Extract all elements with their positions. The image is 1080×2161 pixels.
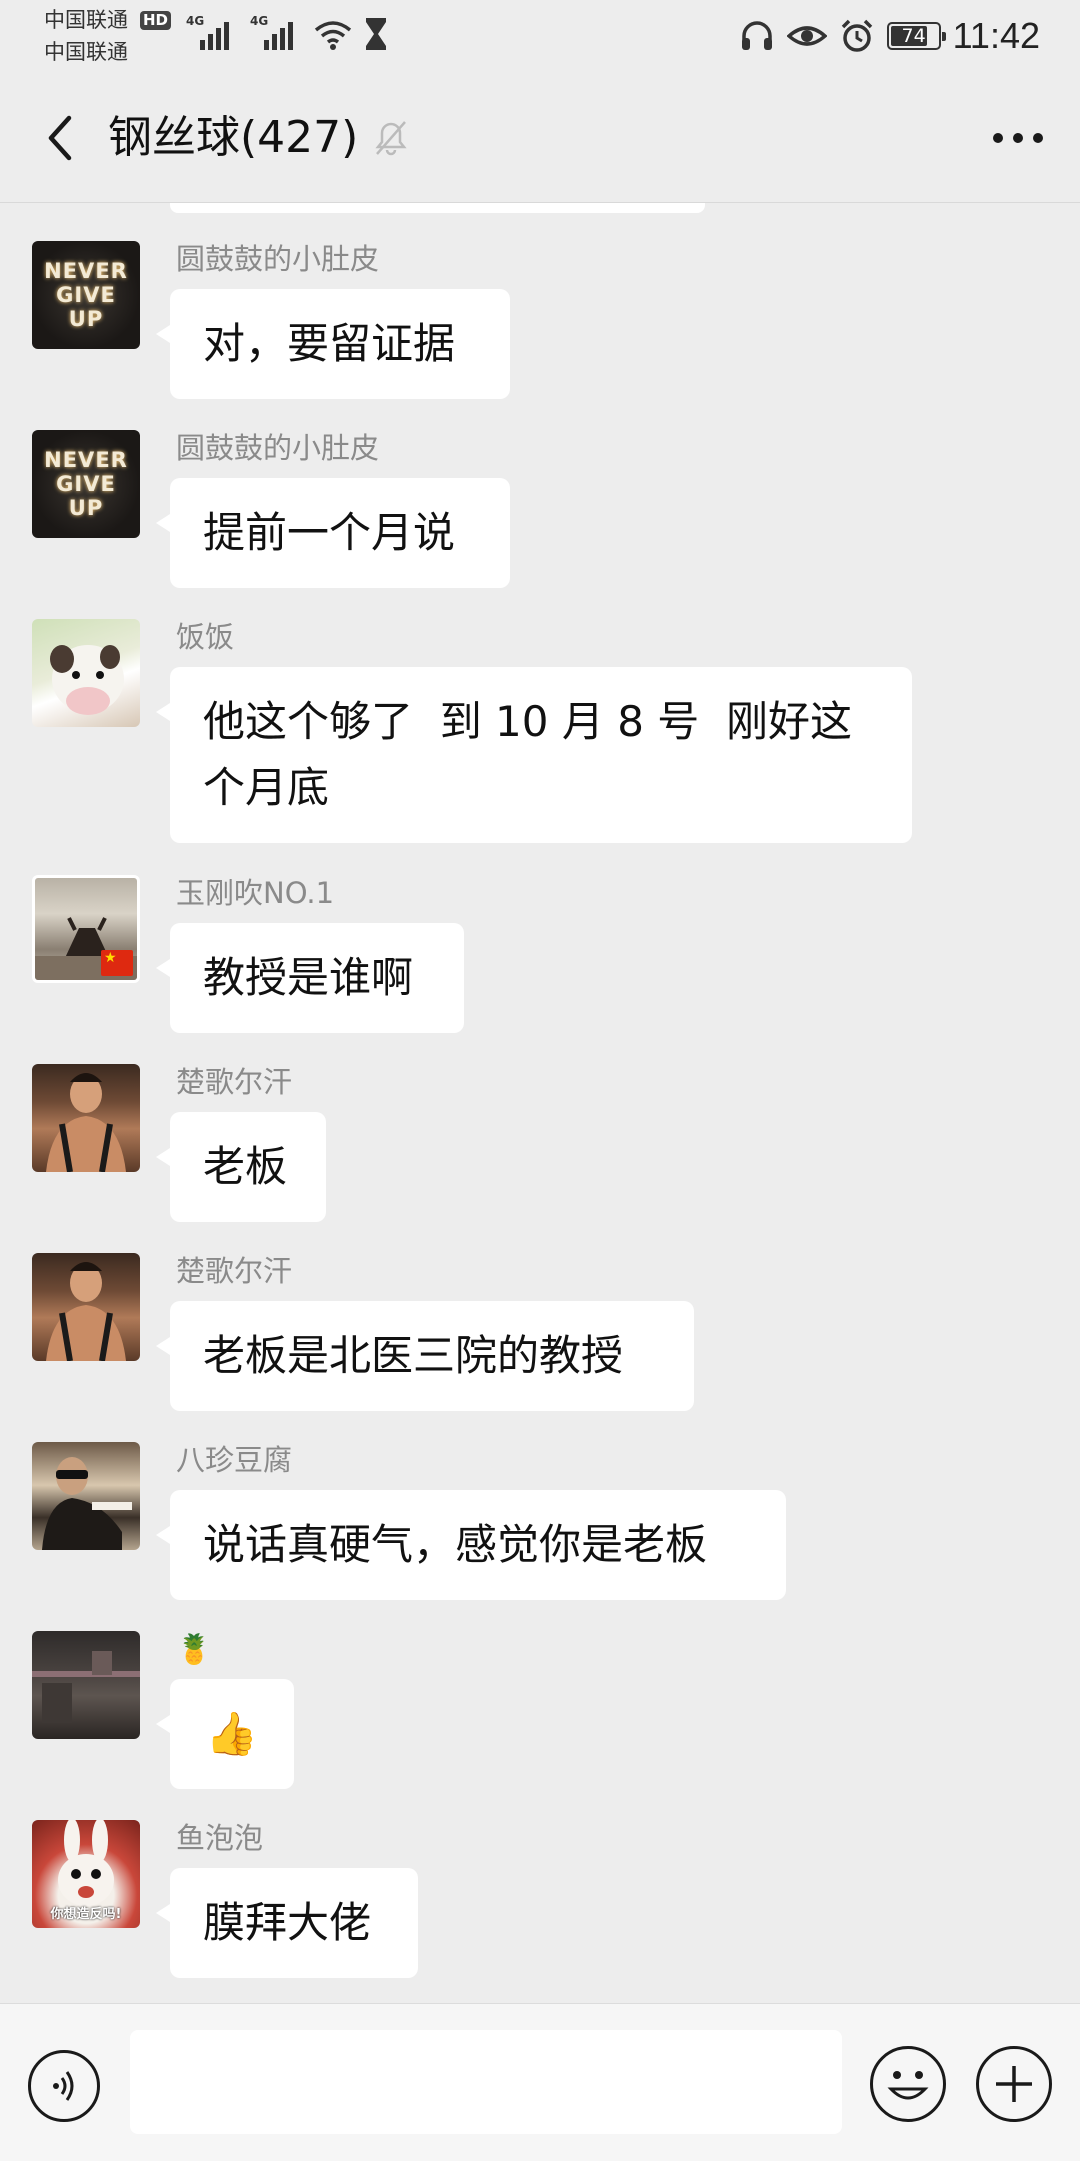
carrier-label-1: 中国联通	[44, 8, 128, 32]
message-item: NEVER GIVE UP 圆鼓鼓的小肚皮 提前一个月说	[0, 430, 1080, 600]
message-bubble[interactable]: 说话真硬气，感觉你是老板	[156, 1490, 786, 1600]
person-photo-icon	[46, 1073, 126, 1172]
avatar[interactable]	[32, 1253, 140, 1361]
avatar[interactable]: NEVER GIVE UP	[32, 430, 140, 538]
person-sunglasses-icon	[42, 1457, 132, 1550]
title-bar: 钢丝球(427)	[0, 72, 1080, 203]
message-bubble[interactable]: 👍	[156, 1679, 294, 1789]
status-icons: 74 11:42	[739, 15, 1040, 56]
plus-button[interactable]	[976, 2046, 1052, 2122]
sender-name[interactable]: 圆鼓鼓的小肚皮	[176, 241, 379, 277]
hourglass-icon	[366, 18, 386, 50]
plus-icon	[996, 2066, 1032, 2102]
sender-name[interactable]: 鱼泡泡	[176, 1820, 263, 1856]
avatar[interactable]: 你想造反吗!	[32, 1820, 140, 1928]
message-bubble[interactable]: 对，要留证据	[156, 289, 510, 399]
message-text-line: 个月底	[203, 763, 330, 812]
sender-name[interactable]: 圆鼓鼓的小肚皮	[176, 430, 379, 466]
message-bubble[interactable]: 老板	[156, 1112, 326, 1222]
message-bubble[interactable]: 教授是谁啊	[156, 923, 464, 1033]
emoji-button[interactable]	[870, 2046, 946, 2122]
message-input[interactable]	[130, 2030, 842, 2134]
more-button[interactable]	[986, 110, 1050, 166]
signal-icon	[200, 22, 229, 50]
status-bar: 中国联通 中国联通 HD 4G 4G 74 11:42	[0, 0, 1080, 72]
message-text-line: 他这个够了 到 10 月 8 号 刚好这	[203, 697, 852, 746]
avatar-caption: 你想造反吗!	[50, 1907, 122, 1922]
sender-name[interactable]: 楚歌尔汗	[176, 1064, 292, 1100]
avatar[interactable]: NEVER GIVE UP	[32, 241, 140, 349]
chat-title: 钢丝球(427)	[108, 112, 359, 163]
avatar[interactable]	[32, 875, 140, 983]
alarm-icon	[841, 19, 872, 52]
dark-room-photo-icon	[32, 1651, 140, 1723]
sender-name[interactable]: 🍍	[176, 1631, 212, 1667]
message-item: 🍍 👍	[0, 1631, 1080, 1801]
message-bubble[interactable]: 他这个够了 到 10 月 8 号 刚好这 个月底	[156, 667, 912, 843]
wifi-icon	[314, 21, 352, 50]
headset-icon	[741, 21, 772, 50]
sender-name[interactable]: 八珍豆腐	[176, 1442, 292, 1478]
message-item: 八珍豆腐 说话真硬气，感觉你是老板	[0, 1442, 1080, 1612]
avatar[interactable]	[32, 619, 140, 727]
voice-button[interactable]	[28, 2050, 100, 2122]
flag-icon	[101, 950, 133, 976]
carrier-label-2: 中国联通	[44, 40, 128, 64]
chevron-left-icon	[48, 115, 72, 161]
message-item: 饭饭 他这个够了 到 10 月 8 号 刚好这 个月底	[0, 619, 1080, 849]
avatar[interactable]	[32, 1442, 140, 1550]
message-bubble-partial[interactable]	[170, 203, 705, 213]
chat-area[interactable]: NEVER GIVE UP 圆鼓鼓的小肚皮 对，要留证据 NEVER GIVE UP 圆…	[0, 203, 1080, 2003]
battery-level: 74	[901, 25, 926, 47]
back-button[interactable]	[30, 108, 90, 168]
message-item: 楚歌尔汗 老板	[0, 1064, 1080, 1234]
sender-name[interactable]: 玉刚吹NO.1	[176, 875, 334, 911]
input-bar	[0, 2003, 1080, 2161]
avatar[interactable]	[32, 1631, 140, 1739]
message-bubble[interactable]: 提前一个月说	[156, 478, 510, 588]
message-item: 你想造反吗! 鱼泡泡 膜拜大佬	[0, 1820, 1080, 1990]
sender-name[interactable]: 饭饭	[176, 619, 234, 655]
hd-badge: HD	[140, 11, 172, 30]
message-item: 楚歌尔汗 老板是北医三院的教授	[0, 1253, 1080, 1423]
sender-name[interactable]: 楚歌尔汗	[176, 1253, 292, 1289]
message-item: 玉刚吹NO.1 教授是谁啊	[0, 875, 1080, 1045]
more-dots-icon	[993, 133, 1043, 143]
emoji-icon	[887, 2071, 929, 2100]
avatar[interactable]	[32, 1064, 140, 1172]
battery-icon: 74	[886, 22, 946, 50]
person-photo-icon	[46, 1262, 126, 1361]
message-bubble[interactable]: 老板是北医三院的教授	[156, 1301, 694, 1411]
message-bubble[interactable]: 膜拜大佬	[156, 1868, 418, 1978]
cow-plush-icon	[50, 645, 124, 715]
bell-off-icon	[375, 121, 407, 156]
message-item: NEVER GIVE UP 圆鼓鼓的小肚皮 对，要留证据	[0, 241, 1080, 411]
signal-icon	[264, 22, 293, 50]
eye-icon	[786, 26, 827, 46]
clock: 11:42	[952, 15, 1040, 56]
voice-icon	[53, 2071, 74, 2101]
